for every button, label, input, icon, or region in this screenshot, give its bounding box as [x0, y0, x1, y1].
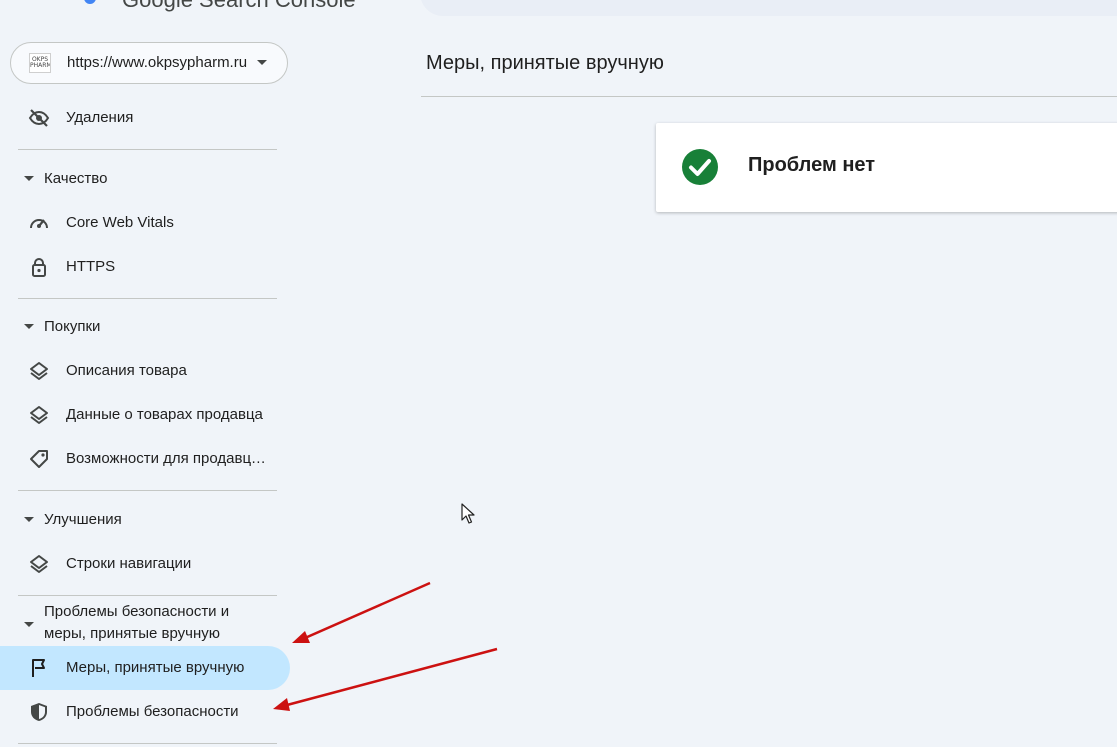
check-circle-icon	[681, 148, 719, 186]
layers-icon	[28, 554, 50, 574]
section-title: Покупки	[44, 318, 101, 335]
property-url: https://www.okpsypharm.ru	[67, 54, 248, 71]
sidebar-item-merchant-listings[interactable]: Данные о товарах продавца	[0, 393, 290, 437]
sidebar-item-product-snippets[interactable]: Описания товара	[0, 349, 290, 393]
section-quality[interactable]: Качество	[0, 167, 290, 191]
sidebar-item-security-issues[interactable]: Проблемы безопасности	[0, 690, 290, 734]
caret-down-icon	[24, 324, 34, 329]
sidebar-item-label: Проблемы безопасности	[66, 703, 239, 720]
caret-down-icon	[24, 622, 34, 627]
sidebar-item-label: HTTPS	[66, 258, 116, 275]
sidebar-item-label: Возможности для продавцов	[66, 450, 266, 467]
speedometer-icon	[28, 213, 50, 233]
tag-icon	[28, 449, 50, 469]
title-divider	[421, 96, 1117, 97]
sidebar-item-label: Удаления	[66, 109, 134, 126]
sidebar-item-removals[interactable]: Удаления	[0, 96, 290, 140]
sidebar-item-label: Меры, принятые вручную	[66, 659, 245, 676]
divider	[18, 595, 277, 596]
annotation-arrow	[292, 581, 431, 643]
divider	[18, 490, 277, 491]
mouse-cursor-icon	[461, 503, 475, 525]
caret-down-icon	[24, 517, 34, 522]
eye-off-icon	[28, 108, 50, 128]
status-card: Проблем нет	[656, 123, 1117, 212]
layers-icon	[28, 361, 50, 381]
sidebar-item-label: Данные о товарах продавца	[66, 406, 263, 423]
divider	[18, 743, 277, 744]
sidebar-item-core-web-vitals[interactable]: Core Web Vitals	[0, 201, 290, 245]
flag-icon	[28, 658, 50, 678]
status-text: Проблем нет	[748, 154, 876, 176]
caret-down-icon	[24, 176, 34, 181]
sidebar-item-manual-actions[interactable]: Меры, принятые вручную	[0, 646, 290, 690]
caret-down-icon	[257, 60, 267, 65]
sidebar-item-breadcrumbs[interactable]: Строки навигации	[0, 542, 290, 586]
page-title: Меры, принятые вручную	[426, 52, 664, 74]
annotation-arrow	[273, 647, 498, 711]
property-favicon: OKPS PHARM	[29, 53, 51, 73]
layers-icon	[28, 405, 50, 425]
sidebar-item-label: Core Web Vitals	[66, 214, 174, 231]
divider	[18, 149, 277, 150]
section-security-manual-actions[interactable]: Проблемы безопасности и меры, принятые в…	[0, 601, 290, 645]
section-shopping[interactable]: Покупки	[0, 315, 290, 339]
divider	[18, 298, 277, 299]
sidebar-item-label: Описания товара	[66, 362, 187, 379]
sidebar-item-shopping-opportunities[interactable]: Возможности для продавцов	[0, 437, 290, 481]
property-selector[interactable]: OKPS PHARM https://www.okpsypharm.ru	[10, 42, 288, 84]
sidebar: OKPS PHARM https://www.okpsypharm.ru Уда…	[0, 0, 300, 747]
section-title: Проблемы безопасности и меры, принятые в…	[44, 603, 230, 642]
section-title: Качество	[44, 170, 108, 187]
lock-icon	[28, 257, 50, 277]
shield-icon	[28, 702, 50, 722]
section-title: Улучшения	[44, 511, 122, 528]
sidebar-item-https[interactable]: HTTPS	[0, 245, 290, 289]
sidebar-item-label: Строки навигации	[66, 555, 192, 572]
search-bar[interactable]	[420, 0, 1117, 16]
section-enhancements[interactable]: Улучшения	[0, 508, 290, 532]
